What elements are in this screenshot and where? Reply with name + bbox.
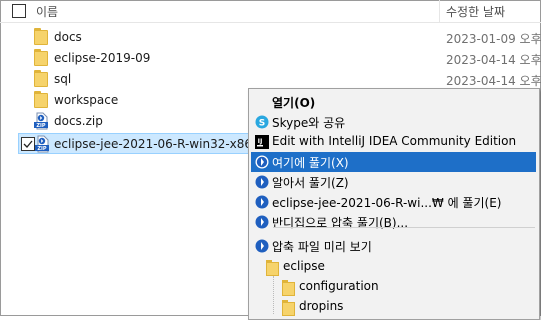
preview-tree-item[interactable]: eclipse	[283, 259, 325, 273]
file-name: docs	[54, 30, 82, 44]
bandizip-icon	[255, 155, 269, 169]
menu-item-label: 알아서 풀기(Z)	[272, 176, 349, 190]
preview-tree-item[interactable]: configuration	[299, 279, 379, 293]
file-name: docs.zip	[54, 114, 103, 128]
context-menu: 열기(O) S Skype와 공유 IJ Edit with IntelliJ …	[248, 88, 540, 320]
menu-item-label: 반디집으로 압축 풀기(B)...	[272, 216, 409, 230]
svg-text:ZIP: ZIP	[36, 123, 45, 129]
file-row-docs[interactable]: docs 2023-01-09 오후	[0, 27, 541, 48]
file-row-sql[interactable]: sql 2023-04-14 오후	[0, 69, 541, 90]
folder-icon	[282, 280, 295, 296]
file-row-eclipse-jee-zip[interactable]: ZIP eclipse-jee-2021-06-R-win32-x86_6	[18, 133, 266, 154]
menu-item-smart-extract[interactable]: 알아서 풀기(Z)	[251, 172, 536, 192]
bandizip-icon	[255, 239, 269, 253]
tree-connector	[273, 276, 275, 314]
file-date: 2023-04-14 오후	[446, 53, 541, 67]
bandizip-icon	[255, 215, 269, 229]
folder-icon	[34, 49, 48, 66]
menu-item-label: 여기에 풀기(X)	[272, 156, 349, 170]
svg-text:ZIP: ZIP	[37, 146, 46, 152]
menu-item-archive-preview[interactable]: 압축 파일 미리 보기	[251, 236, 536, 256]
checkmark-icon	[23, 140, 33, 148]
date-column-header[interactable]: 수정한 날짜	[446, 3, 505, 20]
zip-icon: ZIP	[34, 112, 48, 130]
folder-icon	[34, 70, 48, 87]
menu-item-label: Edit with IntelliJ IDEA Community Editio…	[272, 134, 517, 148]
skype-icon: S	[255, 115, 269, 129]
menu-item-open[interactable]: 열기(O)	[251, 92, 536, 112]
bandizip-icon	[255, 175, 269, 189]
menu-item-label: eclipse-jee-2021-06-R-wi...₩ 에 풀기(E)	[272, 196, 502, 210]
column-divider[interactable]	[439, 0, 440, 22]
menu-item-edit-intellij[interactable]: IJ Edit with IntelliJ IDEA Community Edi…	[251, 132, 536, 152]
svg-text:S: S	[259, 119, 265, 129]
folder-icon	[266, 260, 279, 276]
svg-text:IJ: IJ	[258, 137, 263, 145]
menu-item-label: 압축 파일 미리 보기	[272, 240, 372, 254]
file-name: eclipse-2019-09	[54, 51, 151, 65]
menu-item-extract-to-folder[interactable]: eclipse-jee-2021-06-R-wi...₩ 에 풀기(E)	[251, 192, 536, 212]
menu-item-label: Skype와 공유	[272, 116, 346, 130]
folder-icon	[34, 28, 48, 45]
name-column-header[interactable]: 이름	[36, 3, 58, 20]
file-date: 2023-01-09 오후	[446, 32, 541, 46]
menu-item-extract-here[interactable]: 여기에 풀기(X)	[251, 152, 536, 172]
menu-item-label: 열기(O)	[272, 96, 316, 110]
bandizip-icon	[255, 195, 269, 209]
folder-icon	[34, 91, 48, 108]
select-all-checkbox[interactable]	[12, 4, 26, 18]
menu-item-extract-with-bandizip[interactable]: 반디집으로 압축 풀기(B)...	[251, 212, 536, 232]
file-date: 2023-04-14 오후	[446, 74, 541, 88]
menu-separator	[273, 227, 535, 228]
intellij-icon: IJ	[255, 135, 269, 149]
menu-item-skype-share[interactable]: S Skype와 공유	[251, 112, 536, 132]
folder-icon	[282, 300, 295, 316]
preview-tree-item[interactable]: dropins	[299, 299, 343, 313]
file-row-eclipse-2019-09[interactable]: eclipse-2019-09 2023-04-14 오후	[0, 48, 541, 69]
file-name: workspace	[54, 93, 119, 107]
row-checkbox[interactable]	[21, 137, 35, 151]
zip-icon: ZIP	[35, 135, 49, 153]
file-name: sql	[54, 72, 72, 86]
file-name: eclipse-jee-2021-06-R-win32-x86_6	[54, 137, 266, 151]
column-header: 이름 수정한 날짜	[0, 0, 541, 23]
